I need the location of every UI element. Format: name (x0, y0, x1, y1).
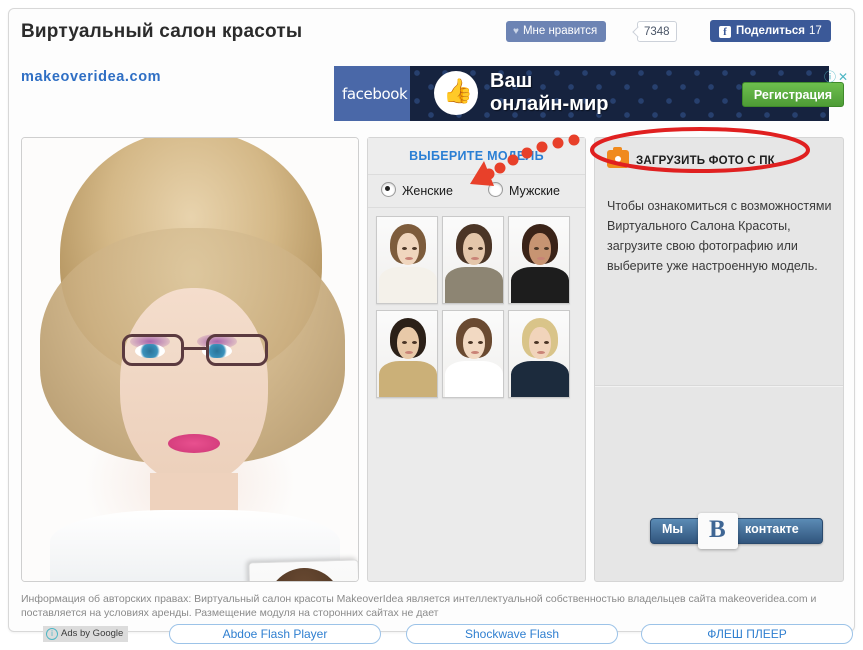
thumb-eye-left (468, 247, 473, 250)
facebook-like-button[interactable]: ♥ Мне нравится (506, 21, 607, 42)
radio-male-label: Мужские (509, 184, 560, 198)
model-thumbnail[interactable] (442, 216, 504, 304)
thumb-eye-right (412, 247, 417, 250)
ads-info-icon: i (46, 628, 58, 640)
thumb-eye-right (412, 341, 417, 344)
ad-link-1[interactable]: Abdoe Flash Player (169, 624, 381, 644)
thumb-lips (405, 351, 413, 354)
thumb-eye-left (402, 341, 407, 344)
google-ads-bar: i Ads by Google Abdoe Flash Player Shockw… (21, 624, 853, 646)
thumb-clothes (445, 267, 503, 303)
vkontakte-icon: В (698, 513, 738, 549)
thumb-eye-right (544, 247, 549, 250)
upload-photo-button[interactable]: ЗАГРУЗИТЬ ФОТО С ПК (607, 147, 775, 174)
thumb-eye-right (478, 341, 483, 344)
model-selection-panel: ВЫБЕРИТЕ МОДЕЛЬ Женские Мужские (367, 137, 586, 582)
thumb-lips (471, 257, 479, 260)
thumb-clothes (379, 267, 437, 303)
select-model-heading: ВЫБЕРИТЕ МОДЕЛЬ (368, 138, 585, 175)
copyright-text: Информация об авторских правах: Виртуаль… (21, 593, 817, 619)
upload-photo-label: ЗАГРУЗИТЬ ФОТО С ПК (636, 155, 775, 167)
thumb-clothes (379, 361, 437, 397)
thumb-clothes (445, 361, 503, 397)
model-thumbnail[interactable] (508, 216, 570, 304)
camera-icon (607, 147, 629, 168)
thumb-eye-right (544, 341, 549, 344)
banner-facebook-logo: facebook (334, 66, 410, 121)
upload-description: Чтобы ознакомиться с возможностями Вирту… (607, 199, 832, 273)
ads-by-google-badge[interactable]: i Ads by Google (43, 626, 129, 642)
share-label: Поделиться (736, 25, 806, 37)
banner-headline-line1: Ваш (490, 70, 533, 92)
like-count-bubble: 7348 (637, 21, 677, 42)
radio-male-dot (488, 182, 503, 197)
app-frame: Виртуальный салон красоты ♥ Мне нравится … (8, 8, 855, 644)
radio-male[interactable]: Мужские (488, 182, 560, 198)
radio-female[interactable]: Женские (381, 182, 453, 198)
model-thumbnail[interactable] (376, 310, 438, 398)
model-thumbnail-grid (376, 216, 579, 404)
thumb-eye-left (402, 247, 407, 250)
facebook-share-button[interactable]: f Поделиться 17 (710, 20, 831, 42)
banner-headline-line2: онлайн-мир (490, 93, 609, 115)
header: Виртуальный салон красоты ♥ Мне нравится … (9, 9, 854, 55)
panel-divider (595, 385, 843, 387)
thumb-eye-left (468, 341, 473, 344)
banner-register-button[interactable]: Регистрация (742, 82, 844, 107)
thumb-eye-left (534, 341, 539, 344)
ad-controls: ⓘ✕ (824, 68, 850, 85)
model-thumbnail[interactable] (508, 310, 570, 398)
main-preview-photo[interactable] (21, 137, 359, 582)
model-thumbnail[interactable] (376, 216, 438, 304)
vk-logo-letter: В (709, 516, 726, 543)
ad-link-3[interactable]: ФЛЕШ ПЛЕЕР (641, 624, 853, 644)
glasses-icon (122, 334, 268, 368)
banner-fb-text: facebook (342, 85, 408, 103)
ad-close-icon[interactable]: ✕ (838, 70, 850, 84)
model-thumbnail[interactable] (442, 310, 504, 398)
like-label: Мне нравится (522, 25, 598, 37)
share-count: 17 (809, 25, 822, 37)
thumb-lips (537, 351, 545, 354)
heart-icon: ♥ (513, 26, 519, 37)
banner-headline: Ваш онлайн-мир (490, 70, 608, 116)
radio-female-dot (381, 182, 396, 197)
thumb-lips (405, 257, 413, 260)
ad-info-icon[interactable]: ⓘ (824, 70, 838, 84)
thumb-lips (471, 351, 479, 354)
gender-radio-group: Женские Мужские (368, 175, 585, 208)
ad-link-2[interactable]: Shockwave Flash (406, 624, 618, 644)
thumb-clothes (511, 267, 569, 303)
site-brand-link[interactable]: makeoveridea.com (21, 69, 161, 85)
vk-prefix-label: Мы (662, 522, 684, 536)
thumb-clothes (511, 361, 569, 397)
thumb-eye-right (478, 247, 483, 250)
vk-suffix-label: контакте (745, 522, 799, 536)
thumb-lips (537, 257, 545, 260)
ads-by-google-label: Ads by Google (61, 628, 124, 639)
inset-original-photo[interactable] (248, 559, 358, 581)
upload-panel: ЗАГРУЗИТЬ ФОТО С ПК Чтобы ознакомиться с… (594, 137, 844, 582)
model-lips (168, 434, 220, 453)
thumb-eye-left (534, 247, 539, 250)
thumbs-up-icon (434, 71, 478, 115)
model-face (120, 288, 268, 483)
vk-group-button[interactable]: Мы В контакте (650, 513, 823, 549)
app-screenshot: Виртуальный салон красоты ♥ Мне нравится … (0, 0, 863, 650)
facebook-icon: f (719, 26, 731, 38)
radio-female-label: Женские (402, 184, 453, 198)
page-title: Виртуальный салон красоты (21, 21, 303, 42)
